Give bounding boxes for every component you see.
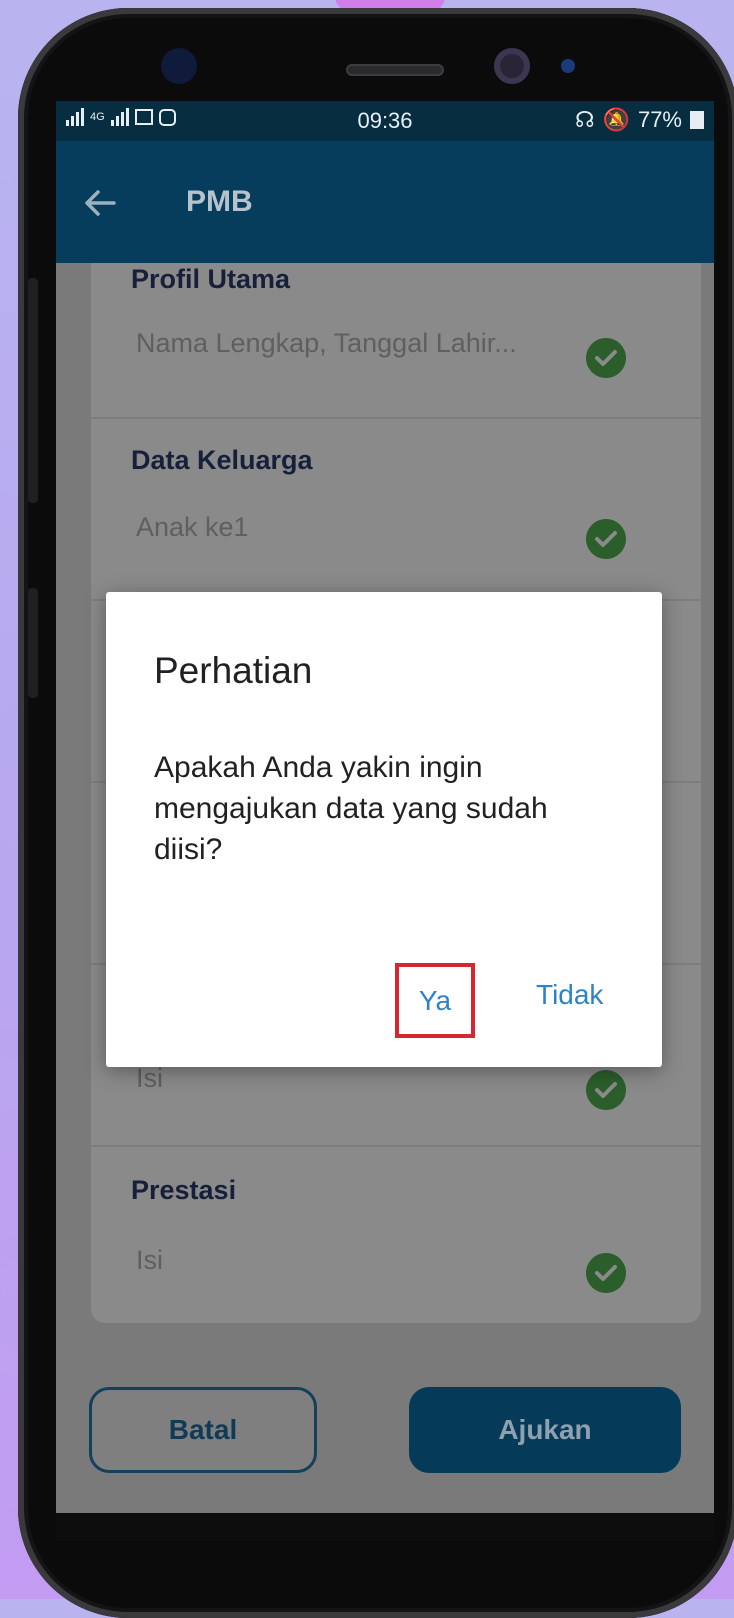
- section-label: Data Keluarga: [131, 445, 313, 475]
- dialog-title: Perhatian: [154, 650, 313, 691]
- volume-button: [28, 278, 38, 503]
- confirm-no-button[interactable]: Tidak: [536, 979, 603, 1011]
- iris-sensor: [561, 59, 575, 73]
- bixby-button: [28, 588, 38, 698]
- section-value: Isi: [136, 1245, 163, 1275]
- app-bar: PMB: [56, 141, 714, 263]
- confirm-dialog: Perhatian Apakah Anda yakin ingin mengaj…: [106, 592, 662, 1067]
- section-value: Isi: [136, 1063, 163, 1093]
- bottom-bezel: [56, 1513, 714, 1541]
- battery-percent: 77%: [637, 107, 682, 132]
- back-arrow-icon[interactable]: [80, 183, 120, 223]
- section-data-keluarga[interactable]: Data Keluarga Anak ke1: [91, 419, 701, 601]
- check-icon: [586, 1253, 626, 1293]
- earpiece-speaker: [346, 64, 444, 76]
- cancel-button[interactable]: Batal: [89, 1387, 317, 1473]
- mute-icon: 🔕: [602, 107, 630, 132]
- proximity-sensor: [161, 48, 197, 84]
- section-value: Nama Lengkap, Tanggal Lahir...: [136, 328, 517, 358]
- page-title: PMB: [186, 185, 253, 218]
- front-camera: [494, 48, 530, 84]
- section-value: Anak ke1: [136, 512, 249, 542]
- check-icon: [586, 1070, 626, 1110]
- check-icon: [586, 519, 626, 559]
- section-label: Profil Utama: [131, 264, 291, 294]
- battery-icon: [690, 111, 704, 129]
- dialog-message: Apakah Anda yakin ingin mengajukan data …: [154, 751, 548, 866]
- section-label: Prestasi: [131, 1175, 237, 1205]
- section-profil-utama[interactable]: Profil Utama Nama Lengkap, Tanggal Lahir…: [91, 263, 701, 419]
- status-right: ☊ 🔕 77%: [575, 107, 704, 133]
- submit-button[interactable]: Ajukan: [409, 1387, 681, 1473]
- status-bar: 4G 09:36 ☊ 🔕 77%: [56, 101, 714, 141]
- confirm-yes-button[interactable]: Ya: [395, 963, 475, 1038]
- check-icon: [586, 338, 626, 378]
- headset-icon: ☊: [575, 107, 595, 132]
- section-prestasi[interactable]: Prestasi Isi: [91, 1147, 701, 1323]
